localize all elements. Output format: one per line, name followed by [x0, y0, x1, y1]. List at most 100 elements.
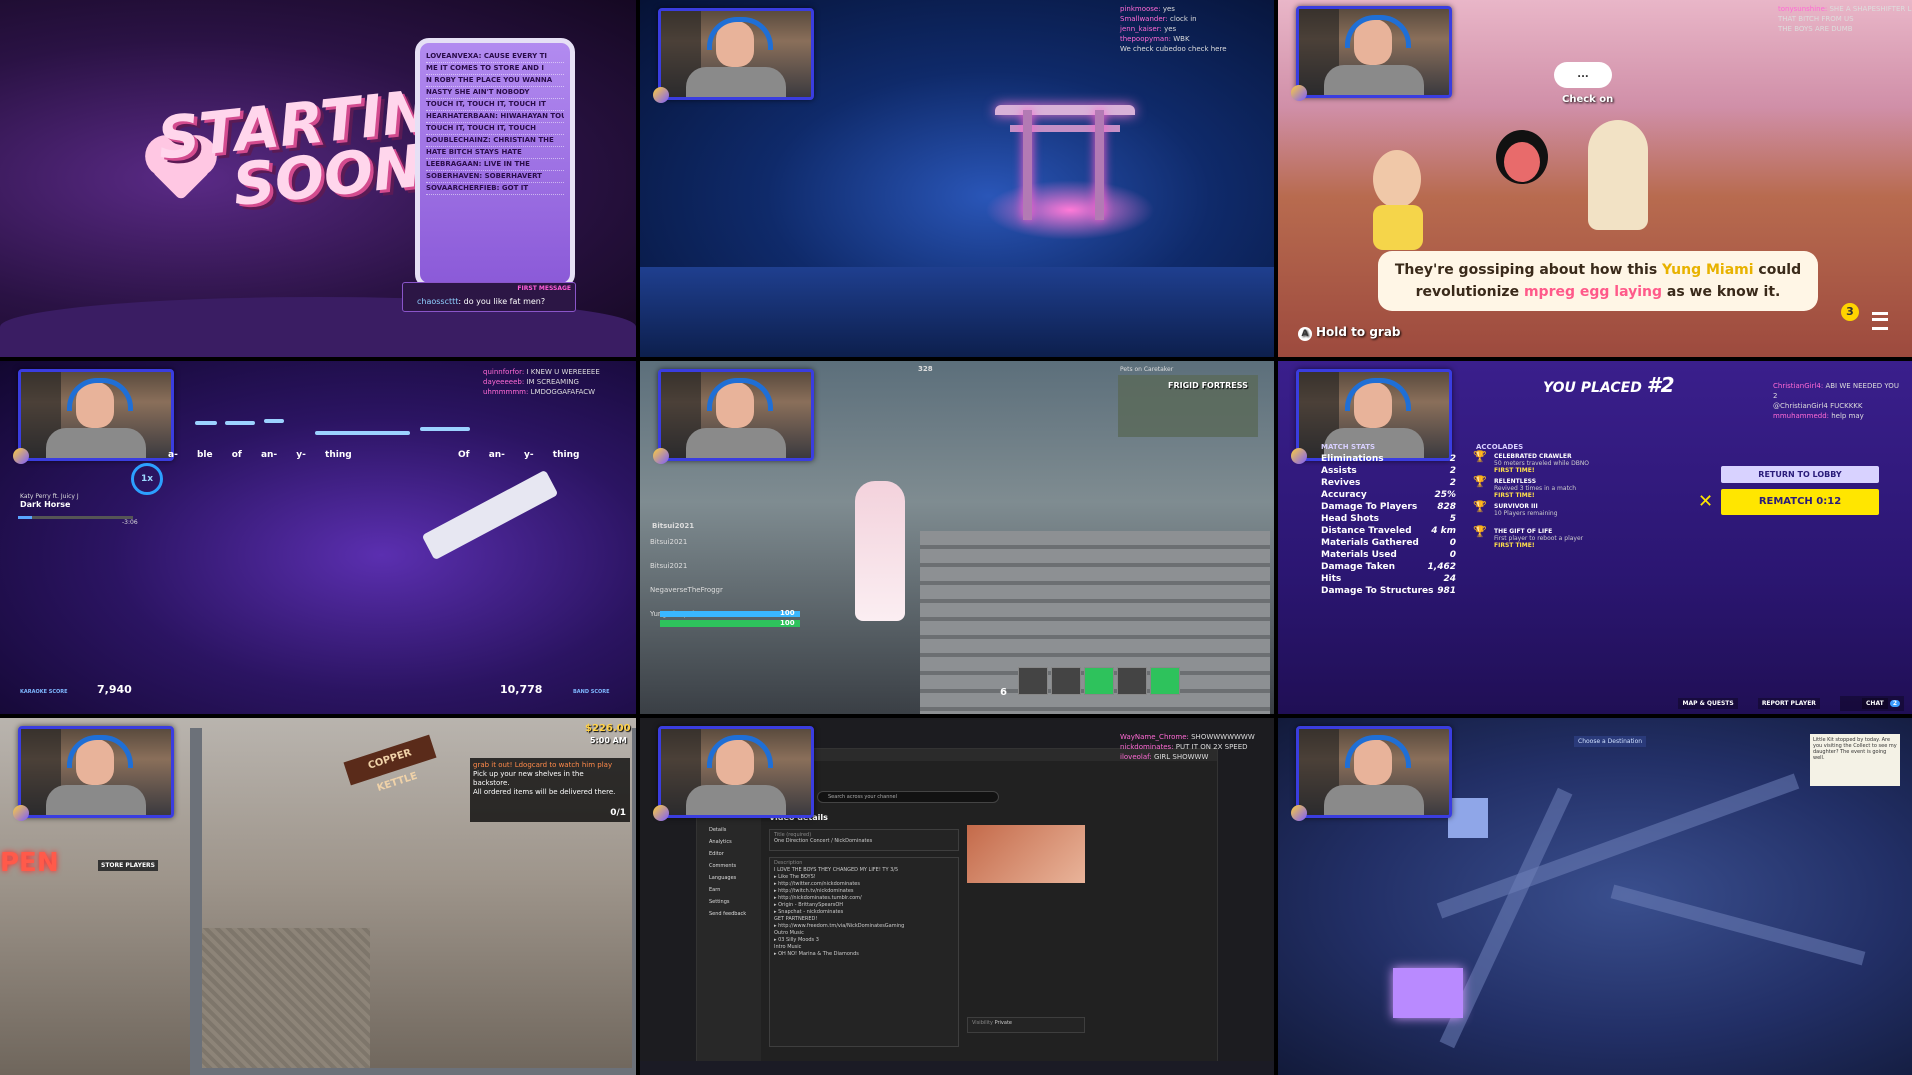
- note-bar: [195, 421, 217, 425]
- phone-chat-line: SOVAARCHERFIEB: GOT IT: [426, 183, 564, 195]
- poi-label: FRIGID FORTRESS: [1168, 381, 1248, 390]
- quest-progress: 0/1: [610, 808, 626, 818]
- mii-character: [1588, 120, 1648, 230]
- close-icon[interactable]: ✕: [1698, 491, 1713, 512]
- tile-youtube-studio: Search across your channel Channel conte…: [640, 718, 1274, 1075]
- neon-sign: PEN: [0, 848, 59, 878]
- notification-badge: 3: [1841, 303, 1859, 321]
- description-field[interactable]: Description I LOVE THE BOYS THEY CHANGED…: [769, 857, 959, 1047]
- cat-icon: [13, 805, 29, 821]
- search-input[interactable]: Search across your channel: [817, 791, 999, 803]
- placement-title: YOU PLACED #2: [1543, 373, 1675, 397]
- song-progress-bar: [18, 516, 133, 519]
- trophy-icon: 🏆: [1473, 525, 1487, 538]
- chat-overlay: ChristianGirl4: ABI WE NEEDED YOU 2 @Chris…: [1773, 381, 1899, 421]
- teammate-name: Bitsui2021: [650, 562, 688, 570]
- chat-message: WayName_Chrome: SHOWWWWWWW: [1120, 733, 1255, 741]
- rematch-button[interactable]: REMATCH 0:12: [1721, 489, 1879, 515]
- cat-icon: [1291, 805, 1307, 821]
- chat-overlay: WayName_Chrome: SHOWWWWWWW nickdominates:…: [1120, 732, 1255, 762]
- teammate-list: Bitsui2021 Bitsui2021 NegaverseTheFroggr Yu…: [650, 531, 723, 619]
- health-bar: [660, 620, 800, 627]
- note-bar: [420, 427, 470, 431]
- song-info: Katy Perry ft. Juicy J Dark Horse: [20, 493, 79, 509]
- stat-row: Assists 2: [1321, 466, 1456, 476]
- visibility-select[interactable]: Visibility Private: [967, 1017, 1085, 1033]
- mii-body: [1373, 205, 1423, 250]
- webcam: [13, 369, 174, 464]
- chat-message: ChristianGirl4: ABI WE NEEDED YOU: [1773, 382, 1899, 390]
- phone-chat-line: HATE BITCH STAYS HATE: [426, 147, 564, 159]
- bottom-actions: MAP & QUESTS REPORT PLAYER CHAT 2: [1660, 696, 1904, 711]
- cat-icon: [13, 448, 29, 464]
- video-thumbnail[interactable]: [967, 825, 1085, 883]
- tile-match-results: YOU PLACED #2 MATCH STATS Eliminations 2 A…: [1278, 361, 1912, 714]
- tile-karaoke: a- ble of an- y- thing Of an- y- thing 1…: [0, 361, 636, 714]
- chat-message: tonysunshine: SHE A SHAPESHIFTER LIKE: [1778, 5, 1912, 13]
- hotbar-slot: [1150, 667, 1181, 695]
- game-clock: 5:00 AM: [590, 736, 627, 745]
- hotbar-slot: [1117, 667, 1148, 695]
- phone-chat-line: LOVEANVEXA: CAUSE EVERY TI: [426, 51, 564, 63]
- cat-icon: [653, 448, 669, 464]
- chat-message: grab it out! Ldogcard to watch him play: [473, 761, 613, 769]
- report-player-button[interactable]: REPORT PLAYER: [1757, 698, 1820, 709]
- phone-chat-line: ME IT COMES TO STORE AND I: [426, 63, 564, 75]
- tile-torii-scene: pinkmoose: yes Smallwander: clock in jenn_…: [640, 0, 1274, 357]
- chat-message: Smallwander: clock in: [1120, 15, 1197, 23]
- torii-gate: [995, 95, 1135, 225]
- sidebar-item[interactable]: Details: [703, 824, 755, 836]
- sidebar-item[interactable]: Comments: [703, 860, 755, 872]
- sidebar-item[interactable]: Settings: [703, 896, 755, 908]
- stat-row: Hits 24: [1321, 574, 1456, 584]
- menu-icon[interactable]: [1872, 312, 1888, 330]
- stat-row: Head Shots 5: [1321, 514, 1456, 524]
- stat-row: Damage Taken 1,462: [1321, 562, 1456, 572]
- chat-message: THE BOYS ARE DUMB: [1778, 25, 1853, 33]
- chat-message: @ChristianGirl4 FUCKKKK: [1773, 402, 1863, 410]
- webcam: [653, 726, 814, 821]
- dialog-box[interactable]: They're gossiping about how this Yung Mi…: [1378, 251, 1818, 311]
- hotbar-slot: [1051, 667, 1082, 695]
- return-to-lobby-button[interactable]: RETURN TO LOBBY: [1721, 466, 1879, 483]
- destination-label: Choose a Destination: [1574, 736, 1647, 747]
- band-score: 10,778: [500, 683, 543, 696]
- cat-icon: [1291, 85, 1307, 101]
- phone-chat-line: DOUBLECHAINZ: CHRISTIAN THE: [426, 135, 564, 147]
- trophy-icon: 🏆: [1473, 500, 1487, 513]
- phone-chat-line: LEEBRAGAAN: LIVE IN THE: [426, 159, 564, 171]
- chat-message: iloveolaf: GIRL SHOWWW: [1120, 753, 1209, 761]
- kill-count: 328: [918, 365, 933, 373]
- sidebar-item[interactable]: Languages: [703, 872, 755, 884]
- first-message-text: : do you like fat men?: [458, 297, 546, 306]
- check-on-label[interactable]: Check on: [1562, 94, 1613, 105]
- chat-message: 2: [1773, 392, 1778, 400]
- title-field[interactable]: Title (required) One Direction Concert /…: [769, 829, 959, 851]
- highlight-building[interactable]: [1393, 968, 1463, 1018]
- phone-chat-line: N ROBY THE PLACE YOU WANNA: [426, 75, 564, 87]
- quest-panel: grab it out! Ldogcard to watch him play …: [470, 758, 630, 822]
- weapon-hotbar[interactable]: 6: [1000, 667, 1260, 698]
- sidebar-item[interactable]: Send feedback: [703, 908, 755, 920]
- keytar: [421, 469, 559, 561]
- map-quests-button[interactable]: MAP & QUESTS: [1678, 698, 1738, 709]
- sidebar-item[interactable]: Analytics: [703, 836, 755, 848]
- match-stats-header: MATCH STATS: [1321, 443, 1376, 451]
- tile-store-sim: COPPER KETTLE PEN STORE PLAYERS $226.00 …: [0, 718, 636, 1075]
- stat-row: Materials Gathered 0: [1321, 538, 1456, 548]
- multiplier-badge: 1x: [131, 463, 163, 495]
- webcam: [653, 8, 814, 103]
- webcam: [1291, 6, 1452, 101]
- karaoke-score: 7,940: [97, 683, 132, 696]
- sidebar-item[interactable]: Earn: [703, 884, 755, 896]
- sidebar-item[interactable]: Editor: [703, 848, 755, 860]
- accolade-item: 🏆 CELEBRATED CRAWLER 50 meters traveled wh…: [1473, 450, 1590, 474]
- quest-text: All ordered items will be delivered ther…: [473, 788, 616, 796]
- tile-map-game: Choose a Destination Little Kit stopped …: [1278, 718, 1912, 1075]
- trophy-icon: 🏆: [1473, 475, 1487, 488]
- chat-button[interactable]: CHAT 2: [1840, 696, 1904, 711]
- cat-icon: [1291, 448, 1307, 464]
- song-time: -3:06: [122, 519, 138, 526]
- hotbar-slot: [1084, 667, 1115, 695]
- building: [1448, 798, 1488, 838]
